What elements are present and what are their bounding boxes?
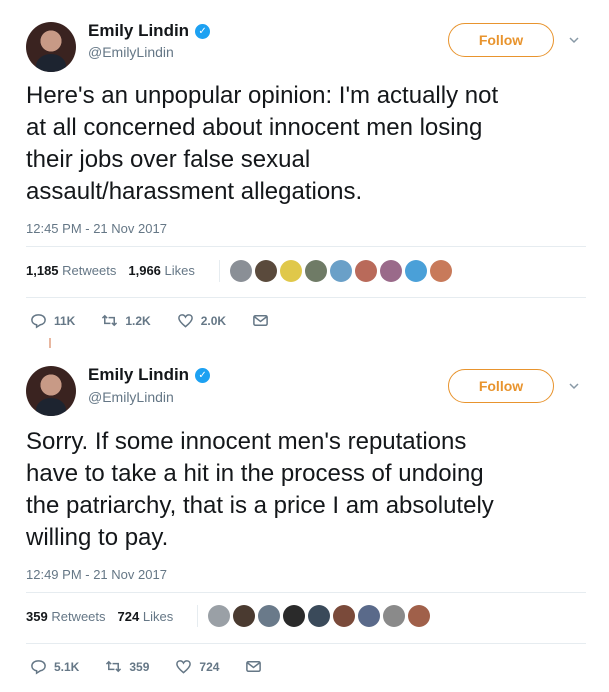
divider (26, 643, 586, 644)
message-button[interactable] (245, 658, 262, 675)
tweet-stats: 359 Retweets 724 Likes (26, 609, 173, 624)
divider (26, 246, 586, 247)
avatar[interactable] (26, 366, 76, 416)
retweet-count: 1.2K (125, 313, 151, 328)
tweet-text-line: assault/harassment allegations. (26, 178, 363, 205)
tweet-text: Sorry. If some innocent men's reputation… (26, 426, 596, 554)
liker-avatar[interactable] (258, 605, 280, 627)
liker-avatars (208, 605, 430, 627)
tweet-text-line: at all concerned about innocent men losi… (26, 114, 483, 141)
author-handle[interactable]: @EmilyLindin (88, 44, 174, 60)
chevron-down-icon[interactable] (568, 380, 580, 392)
likes-stat[interactable]: 724 Likes (118, 609, 174, 624)
retweets-count: 359 (26, 609, 48, 624)
tweet-text-line: Here's an unpopular opinion: I'm actuall… (26, 82, 499, 109)
liker-avatar[interactable] (305, 260, 327, 282)
author-handle[interactable]: @EmilyLindin (88, 389, 174, 405)
liker-avatar[interactable] (408, 605, 430, 627)
liker-avatar[interactable] (230, 260, 252, 282)
tweet-text: Here's an unpopular opinion: I'm actuall… (26, 80, 596, 208)
liker-avatar[interactable] (430, 260, 452, 282)
liker-avatar[interactable] (255, 260, 277, 282)
author-row: Emily Lindin ✓ (88, 365, 211, 385)
retweets-count: 1,185 (26, 263, 59, 278)
retweets-label: Retweets (62, 263, 117, 278)
tweet-actions: 11K 1.2K 2.0K (30, 312, 295, 329)
like-button[interactable]: 724 (175, 658, 219, 675)
likes-count: 724 (117, 609, 140, 624)
tweet-timestamp[interactable]: 12:49 PM - 21 Nov 2017 (26, 567, 167, 582)
message-icon (246, 661, 262, 672)
liker-avatar[interactable] (308, 605, 330, 627)
reply-count: 5.1K (54, 659, 80, 674)
tweet: Emily Lindin ✓ @EmilyLindin Follow Here'… (0, 0, 609, 340)
tweet-stats: 1,185 Retweets 1,966 Likes (26, 263, 195, 278)
tweet-timestamp[interactable]: 12:45 PM - 21 Nov 2017 (26, 221, 167, 236)
liker-avatar[interactable] (233, 605, 255, 627)
tweet-text-line: the patriarchy, that is a price I am abs… (26, 492, 494, 519)
like-button[interactable]: 2.0K (177, 312, 226, 329)
follow-button[interactable]: Follow (448, 369, 554, 403)
retweet-button[interactable]: 1.2K (101, 312, 151, 329)
liker-avatar[interactable] (280, 260, 302, 282)
message-button[interactable] (252, 312, 269, 329)
reply-icon (31, 660, 46, 675)
stats-separator (197, 605, 198, 627)
liker-avatars (230, 260, 452, 282)
author-name[interactable]: Emily Lindin (88, 21, 189, 41)
divider (26, 592, 586, 593)
avatar[interactable] (26, 22, 76, 72)
like-count: 724 (199, 659, 220, 674)
likes-count: 1,966 (128, 263, 161, 278)
chevron-down-icon[interactable] (568, 34, 580, 46)
tweet-text-line: have to take a hit in the process of und… (26, 460, 484, 487)
likes-stat[interactable]: 1,966 Likes (128, 263, 195, 278)
liker-avatar[interactable] (358, 605, 380, 627)
like-icon (177, 314, 193, 328)
retweet-count: 359 (129, 659, 150, 674)
like-icon (176, 660, 192, 674)
liker-avatar[interactable] (405, 260, 427, 282)
retweet-icon (106, 660, 122, 673)
tweet-text-line: willing to pay. (26, 524, 169, 551)
reply-icon (31, 314, 46, 329)
verified-badge-icon: ✓ (195, 367, 211, 383)
liker-avatar[interactable] (283, 605, 305, 627)
likes-label: Likes (142, 609, 174, 624)
stats-separator (219, 260, 220, 282)
author-name[interactable]: Emily Lindin (88, 365, 189, 385)
verified-badge-icon: ✓ (195, 23, 211, 39)
retweet-button[interactable]: 359 (105, 658, 149, 675)
author-row: Emily Lindin ✓ (88, 21, 211, 41)
tweet-text-line: their jobs over false sexual (26, 146, 311, 173)
retweets-stat[interactable]: 1,185 Retweets (26, 263, 116, 278)
reply-count: 11K (54, 313, 76, 328)
retweet-icon (102, 314, 118, 327)
liker-avatar[interactable] (383, 605, 405, 627)
liker-avatar[interactable] (208, 605, 230, 627)
divider (26, 297, 586, 298)
likes-label: Likes (164, 263, 195, 278)
liker-avatar[interactable] (330, 260, 352, 282)
follow-button[interactable]: Follow (448, 23, 554, 57)
message-icon (253, 315, 268, 326)
reply-button[interactable]: 11K (30, 312, 75, 329)
reply-button[interactable]: 5.1K (30, 658, 79, 675)
liker-avatar[interactable] (380, 260, 402, 282)
tweet-text-line: Sorry. If some innocent men's reputation… (26, 428, 467, 455)
like-count: 2.0K (200, 313, 227, 328)
retweets-stat[interactable]: 359 Retweets (26, 609, 106, 624)
tweet-actions: 5.1K 359 724 (30, 658, 288, 675)
liker-avatar[interactable] (355, 260, 377, 282)
retweets-label: Retweets (51, 609, 106, 624)
liker-avatar[interactable] (333, 605, 355, 627)
tweet: Emily Lindin ✓ @EmilyLindin Follow Sorry… (0, 346, 609, 692)
